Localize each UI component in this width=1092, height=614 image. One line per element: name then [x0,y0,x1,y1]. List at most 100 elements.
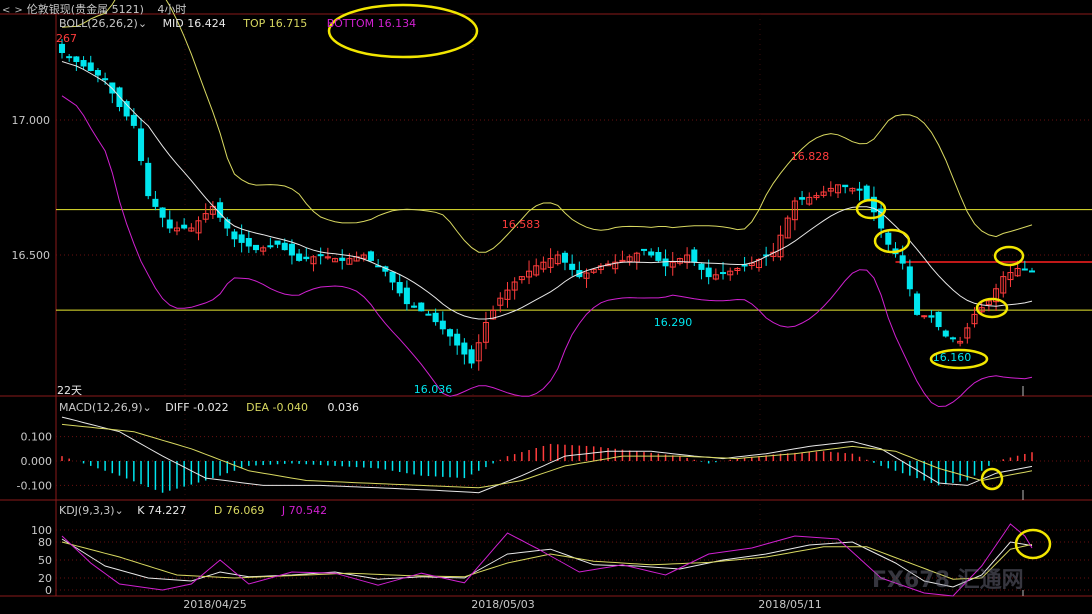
candle-down [58,43,66,54]
candle-down [303,256,310,260]
candle-down [367,251,374,261]
candle-down [648,251,655,256]
candle-down [863,185,870,202]
candle-down [698,263,705,270]
candle-down [288,243,295,256]
candle-down [389,271,396,283]
kdj-label[interactable]: KDJ(9,3,3) [59,504,115,517]
chevron-down-icon[interactable]: ⌄ [138,17,147,30]
candle-down [396,282,403,294]
candle-down [942,330,949,337]
candle-up [921,315,928,318]
candle-down [1021,268,1028,271]
candle-down [935,311,942,328]
candle-down [274,240,281,245]
candle-down [655,251,662,261]
macd-header: MACD(12,26,9)⌄ DIFF -0.022 DEA -0.040 0.… [59,401,359,414]
highlight-ellipse [327,3,479,59]
candle-down [799,197,806,200]
candle-down [152,198,159,207]
price-tick-label: 17.000 [12,114,51,127]
macd-diff: DIFF -0.022 [165,401,229,414]
candle-down [138,128,145,161]
candle-down [906,266,913,290]
candle-down [425,313,432,316]
candle-down [123,101,130,117]
instrument-title: 伦敦银现(贵金属 5121) [26,3,144,16]
price-annotation-high: 16.583 [502,218,541,231]
candle-down [446,329,454,337]
macd-tick-label: 0.000 [21,455,53,468]
candle-down [166,219,173,229]
period-selector[interactable]: 4小时 [157,3,186,16]
candle-down [181,224,188,229]
price-annotation-high: 16.828 [791,150,830,163]
kdj-header: KDJ(9,3,3)⌄ K 74.227 D 76.069 J 70.542 [59,504,327,517]
candle-down [432,312,439,323]
boll-label[interactable]: BOLL(26,26,2) [59,17,138,30]
candle-down [87,62,94,71]
nav-back-icon[interactable]: < [2,5,10,16]
candle-down [66,56,73,59]
candle-down [914,293,921,315]
macd-dea: DEA -0.040 [246,401,308,414]
kdj-tick-label: 0 [45,584,52,597]
candle-down [245,238,252,247]
period-count: 22天 [57,384,82,397]
time-tick-label: 2018/05/11 [758,598,821,611]
macd-tick-label: -0.100 [17,479,52,492]
candle-down [662,258,669,267]
candle-down [102,78,109,81]
candle-down [145,162,152,197]
candle-down [842,184,849,188]
time-tick-label: 2018/04/25 [183,598,246,611]
nav-forward-icon[interactable]: > [14,5,22,16]
price-tick-label: 16.500 [12,249,51,262]
candle-down [439,320,446,330]
candle-down [281,242,288,251]
candle-down [640,248,648,251]
kdj-d: D 76.069 [213,504,265,517]
candle-down [856,188,863,191]
candle-down [691,249,698,263]
chevron-down-icon[interactable]: ⌄ [143,401,152,414]
candle-down [1028,270,1036,273]
macd-tick-label: 0.100 [21,431,53,444]
boll-upper-line [61,0,1033,253]
candle-down [569,263,576,270]
kdj-tick-label: 80 [38,536,52,549]
candle-down [339,257,346,261]
candle-down [461,342,468,355]
kdj-j: J 70.542 [281,504,328,517]
macd-label[interactable]: MACD(12,26,9) [59,401,143,414]
candle-down [949,337,956,340]
candle-down [741,264,748,267]
candle-down [418,302,425,312]
boll-bottom: BOTTOM 16.134 [326,17,417,30]
boll-top: TOP 16.715 [243,17,308,30]
candle-down [238,234,245,243]
kdj-tick-label: 50 [38,554,52,567]
price-annotation-low: 16.290 [654,316,693,329]
candle-down [885,232,892,245]
boll-mid-line [61,61,1033,320]
candle-down [159,207,166,218]
candle-down [80,60,87,67]
watermark-logo: FX678 汇通网 [872,568,1024,593]
candle-down [73,56,80,62]
candle-down [468,349,475,364]
macd-hist: 0.036 [327,401,360,414]
candle-down [267,245,274,248]
candle-down [231,231,238,240]
candle-down [403,287,410,305]
candle-down [130,114,137,126]
candle-down [296,253,303,261]
chevron-down-icon[interactable]: ⌄ [115,504,124,517]
candle-down [561,252,568,263]
price-top-label: 267 [56,32,77,45]
candle-down [928,315,935,318]
chart-canvas: 17.00016.5000.1000.000-0.100100805020020… [0,0,1092,611]
period-label: 4小时 [157,3,187,16]
highlight-ellipse [873,228,911,254]
boll-header: BOLL(26,26,2)⌄ MID 16.424 TOP 16.715 BOT… [59,17,416,30]
